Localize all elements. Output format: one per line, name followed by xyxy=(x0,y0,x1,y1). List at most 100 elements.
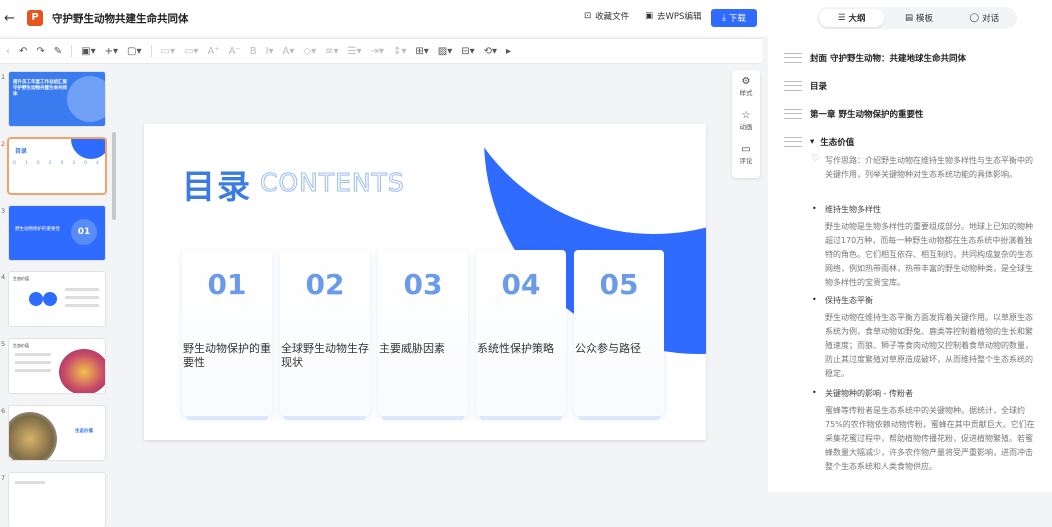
paragraph-text[interactable]: 蜜蜂等传粉者是生态系统中的关键物种。据统计，全球约75%的农作物依赖动物传粉，蜜… xyxy=(825,404,1037,474)
slide-thumb-3[interactable]: 野生动物保护的重要性 01 xyxy=(9,206,105,260)
divider xyxy=(150,45,152,57)
highlight-icon[interactable]: ◇▾ xyxy=(303,46,316,57)
format-painter-icon[interactable]: ✎ xyxy=(54,46,62,57)
toolbar: ‹ ↶ ↷ ✎ ▣▾ +▾ ▢▾ ▭▾ ▭▾ A⁺ A⁻ B I▾ A▾ ◇▾ … xyxy=(0,38,762,64)
align-icon[interactable]: ≡▾ xyxy=(325,46,338,57)
indent-icon[interactable]: ⇥▾ xyxy=(371,46,384,57)
paragraph-text[interactable]: 野生动物是生物多样性的重要组成部分。地球上已知的物种超过170万种，而每一种野生… xyxy=(825,220,1037,290)
bullet-title[interactable]: 关键物种的影响 - 传粉者 xyxy=(825,388,913,399)
slide-number: 3 xyxy=(1,207,6,215)
tab-template[interactable]: ▤ 模板 xyxy=(886,9,951,27)
bullet-dot: • xyxy=(812,388,817,397)
insert-icon[interactable]: +▾ xyxy=(105,46,118,57)
slide-number: 1 xyxy=(1,73,6,81)
style-icon: ⚙ xyxy=(741,76,751,87)
table-icon[interactable]: ⊟▾ xyxy=(461,46,474,57)
shape-icon[interactable]: ▢▾ xyxy=(127,46,141,57)
outline-item-chapter1[interactable]: 第一章 野生动物保护的重要性 xyxy=(784,108,923,120)
slide-icon xyxy=(784,81,802,91)
comment-button[interactable]: ▭ 评论 xyxy=(732,144,760,165)
bullet-title[interactable]: 保持生态平衡 xyxy=(825,295,873,306)
card-number: 01 xyxy=(207,268,247,301)
divider xyxy=(71,45,73,57)
slide-icon xyxy=(784,109,802,119)
thumb-text: 生态价值 xyxy=(13,276,29,281)
animation-button[interactable]: ☆ 动画 xyxy=(732,110,760,131)
redo-icon[interactable]: ↷ xyxy=(36,46,44,57)
card-shadow-bar xyxy=(480,416,562,420)
font-select[interactable]: ▭▾ xyxy=(161,46,175,57)
back-arrow-icon[interactable]: ← xyxy=(4,11,18,26)
contents-card-1[interactable]: 01 野生动物保护的重要性 xyxy=(182,250,272,420)
list-icon[interactable]: ☰▾ xyxy=(348,46,362,57)
slide-icon xyxy=(784,137,802,147)
outline-item-cover[interactable]: 封面 守护野生动物：共建地球生命共同体 xyxy=(784,52,966,64)
decor-circle xyxy=(67,76,105,122)
collapse-triangle-icon[interactable]: ▾ xyxy=(810,137,814,147)
style-button[interactable]: ⚙ 样式 xyxy=(732,76,760,97)
decrease-font-icon[interactable]: A⁻ xyxy=(229,46,241,57)
card-label: 野生动物保护的重要性 xyxy=(183,342,271,369)
thumb-text: 目录 xyxy=(15,148,28,155)
slide-icon xyxy=(784,53,802,63)
spacing-icon[interactable]: ↕▾ xyxy=(393,46,406,57)
contents-card-5[interactable]: 05 公众参与路径 xyxy=(574,250,664,420)
wps-edit-button[interactable]: ▣ 去WPS编辑 xyxy=(645,10,701,22)
writing-idea-text[interactable]: 写作思路：介绍野生动物在维持生物多样性与生态平衡中的关键作用，列举关键物种对生态… xyxy=(825,154,1037,182)
undo-icon[interactable]: ↶ xyxy=(19,46,27,57)
current-slide[interactable]: 目录 CONTENTS 01 野生动物保护的重要性 02 全球野生动物生存现状 03… xyxy=(144,124,706,440)
decor-circle xyxy=(71,139,105,159)
card-number: 04 xyxy=(501,268,541,301)
increase-font-icon[interactable]: A⁺ xyxy=(207,46,219,57)
more-icon[interactable]: ▸ xyxy=(506,46,511,57)
font-color-icon[interactable]: A▾ xyxy=(283,46,295,57)
decor-white-shape xyxy=(444,124,706,234)
bullet-dot: • xyxy=(812,204,817,213)
new-slide-icon[interactable]: ▣▾ xyxy=(81,46,95,57)
list-icon: ☰ xyxy=(837,13,846,23)
outline-item-eco-value[interactable]: ▾ 生态价值 xyxy=(784,136,854,148)
italic-icon[interactable]: I▾ xyxy=(266,46,274,57)
outline-panel: ☰ 大纲 ▤ 模板 ◯ 对话 封面 守护野生动物：共建地球生命共同体 目录 第一章 野… xyxy=(768,0,1052,492)
card-label: 公众参与路径 xyxy=(575,342,641,355)
slide-subtitle[interactable]: CONTENTS xyxy=(260,168,405,198)
paragraph-text[interactable]: 野生动物在维持生态平衡方面发挥着关键作用。以草原生态系统为例，食草动物如野兔、鹿… xyxy=(825,311,1037,381)
slide-number: 4 xyxy=(1,273,6,281)
slide-thumb-2[interactable]: 目录 0102030405 xyxy=(9,139,105,193)
transform-icon[interactable]: ⟲▾ xyxy=(484,46,497,57)
font-size-select[interactable]: ▭▾ xyxy=(184,46,198,57)
bullet-title[interactable]: 维持生物多样性 xyxy=(825,204,881,215)
bullet-dot: • xyxy=(812,295,817,304)
comment-icon: ▭ xyxy=(741,144,751,155)
thumb-text: 生态价值 xyxy=(13,343,29,348)
header: ← P 守护野生动物共建生命共同体 ⊡ 收藏文件 ▣ 去WPS编辑 ⤓ 下载 xyxy=(0,0,768,36)
image-icon[interactable]: ▨▾ xyxy=(438,46,452,57)
bold-icon[interactable]: B xyxy=(250,46,257,57)
edit-icon: ▣ xyxy=(645,11,654,21)
tab-outline[interactable]: ☰ 大纲 xyxy=(819,9,885,27)
thumb-text: 野生动物保护的重要性 xyxy=(15,227,60,232)
contents-card-2[interactable]: 02 全球野生动物生存现状 xyxy=(280,250,370,420)
slide-title[interactable]: 目录 xyxy=(182,160,252,208)
slide-thumb-7[interactable] xyxy=(9,473,105,527)
collect-button[interactable]: ⊡ 收藏文件 xyxy=(584,10,629,22)
slide-thumb-6[interactable]: 生态价值 xyxy=(9,406,105,460)
textbox-icon[interactable]: ⊞▾ xyxy=(415,46,428,57)
slide-thumb-5[interactable]: 生态价值 xyxy=(9,339,105,393)
contents-card-3[interactable]: 03 主要威胁因素 xyxy=(378,250,468,420)
bee-image xyxy=(9,412,57,460)
download-button[interactable]: ⤓ 下载 xyxy=(711,9,757,27)
slide-thumb-1[interactable]: 提升员工年度工作总结汇报守护野生动物共建生命共同体 xyxy=(9,72,105,126)
app-logo-icon: P xyxy=(27,10,43,26)
outline-item-contents[interactable]: 目录 xyxy=(784,80,827,92)
lightbulb-icon: ♡ xyxy=(811,154,820,164)
contents-card-4[interactable]: 04 系统性保护策略 xyxy=(476,250,566,420)
scroll-left-icon[interactable]: ‹ xyxy=(6,46,10,57)
slide-number: 2 xyxy=(1,140,6,148)
card-shadow-bar xyxy=(382,416,464,420)
star-icon: ☆ xyxy=(741,110,751,121)
tab-chat[interactable]: ◯ 对话 xyxy=(952,9,1017,27)
bee-flower-image xyxy=(59,349,105,393)
slide-thumb-4[interactable]: 生态价值 xyxy=(9,272,105,326)
slide-number: 6 xyxy=(1,407,6,415)
